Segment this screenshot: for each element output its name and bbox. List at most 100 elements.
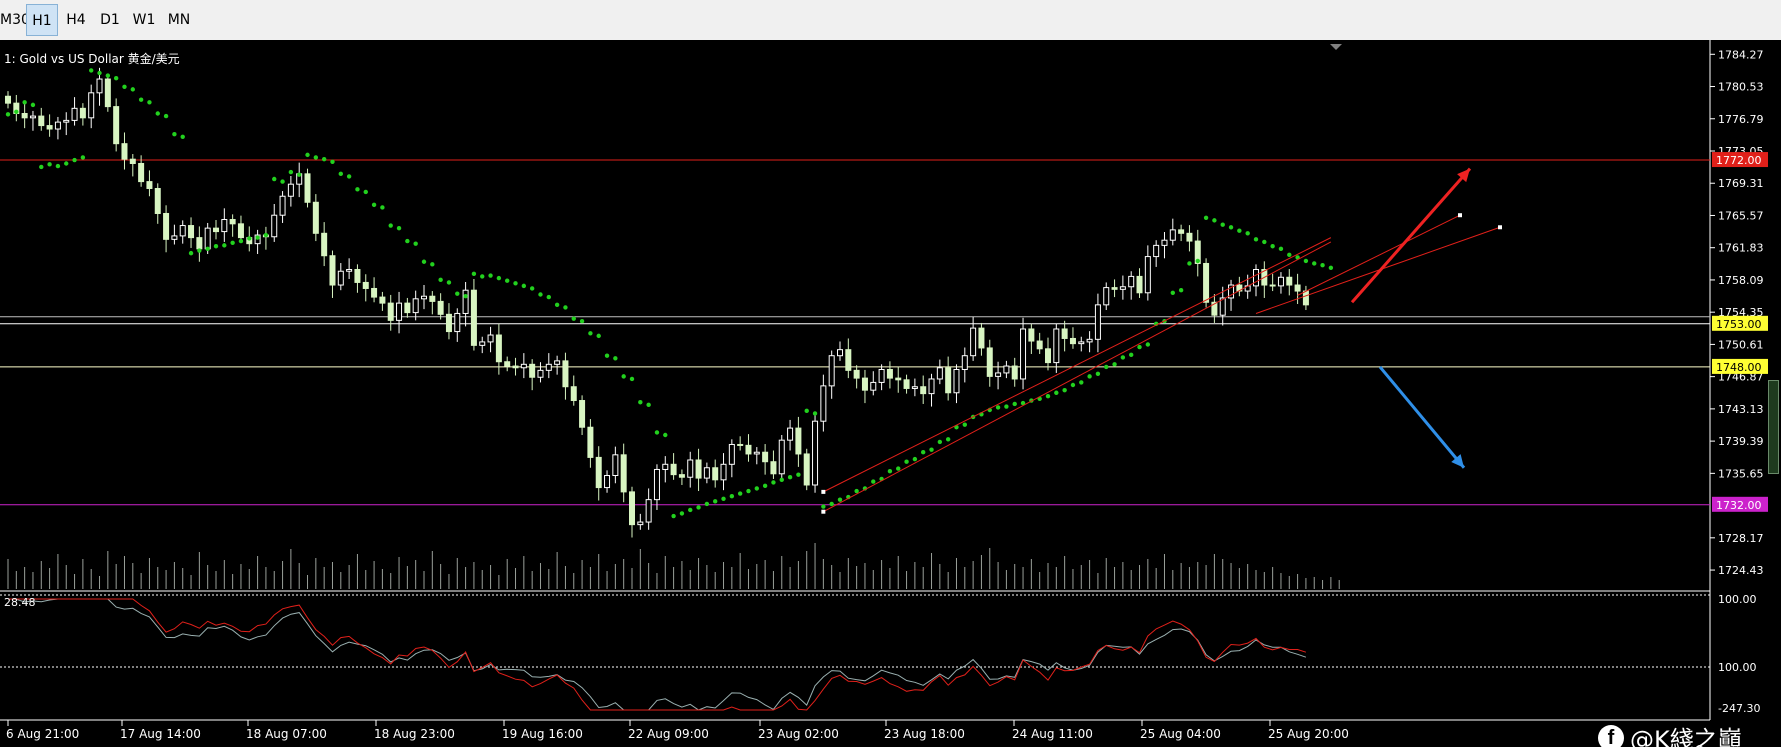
candle-body: [146, 181, 153, 189]
sar-dot: [571, 316, 576, 321]
sar-dot: [1012, 401, 1017, 407]
timeframe-h1-button[interactable]: H1: [26, 4, 58, 36]
sar-dot: [804, 408, 809, 414]
candle-body: [412, 298, 419, 314]
sar-dot: [1104, 364, 1109, 370]
sar-dot: [887, 468, 893, 474]
price-axis-label: 1728.17: [1718, 532, 1764, 545]
price-axis-label: 1784.27: [1718, 48, 1764, 61]
candle-body: [787, 427, 794, 441]
candle-body: [1111, 287, 1118, 290]
sar-dot: [1095, 371, 1101, 376]
timeframe-h4-button[interactable]: H4: [60, 4, 92, 36]
sar-dot: [945, 437, 951, 442]
sar-dot: [871, 479, 876, 484]
sar-dot: [1320, 263, 1325, 268]
candle-body: [321, 232, 328, 257]
sar-dot: [713, 499, 718, 504]
price-axis-label: 1776.79: [1718, 113, 1764, 126]
price-chart[interactable]: 1784.271780.531776.791773.051769.311765.…: [0, 40, 1781, 747]
sar-dot: [455, 291, 460, 296]
time-axis-label: 6 Aug 21:00: [6, 727, 79, 741]
candle-body: [1003, 365, 1010, 374]
sar-dot: [130, 87, 135, 92]
vertical-scrollbar[interactable]: [1768, 380, 1779, 474]
trend-anchor: [1458, 213, 1462, 218]
sar-dot: [1228, 225, 1234, 230]
osc-axis-top: 100.00: [1718, 593, 1757, 606]
sar-dot: [1070, 382, 1076, 388]
sar-dot: [538, 292, 543, 297]
sar-dot: [380, 205, 385, 210]
candle-body: [329, 255, 336, 286]
time-axis-label: 24 Aug 11:00: [1012, 727, 1093, 741]
osc-red-line: [8, 598, 1307, 711]
candle-body: [861, 377, 868, 391]
sar-dot: [396, 225, 402, 231]
sar-dot: [446, 280, 452, 285]
sar-dot: [529, 286, 535, 291]
candle-body: [396, 302, 403, 321]
sar-dot: [929, 447, 934, 452]
sar-dot: [388, 223, 393, 228]
price-axis-label: 1769.31: [1718, 177, 1764, 190]
sar-dot: [505, 278, 510, 283]
sar-dot: [297, 172, 302, 177]
sar-dot: [1129, 352, 1134, 358]
candle-body: [928, 378, 935, 395]
candle-body: [945, 367, 952, 394]
timeframe-mn-button[interactable]: MN: [162, 4, 196, 36]
candle-body: [1119, 286, 1126, 290]
candle-body: [1286, 276, 1293, 286]
sar-dot: [604, 353, 610, 358]
sar-dot: [912, 456, 918, 462]
candle-body: [678, 474, 685, 478]
trend-line: [1297, 214, 1461, 296]
candle-body: [104, 78, 111, 108]
sar-dot: [629, 376, 635, 382]
sar-dot: [1062, 387, 1067, 393]
candle-body: [1045, 348, 1051, 364]
sar-dot: [346, 174, 352, 179]
timeframe-w1-button[interactable]: W1: [128, 4, 160, 36]
timeframe-d1-button[interactable]: D1: [94, 4, 126, 36]
price-axis-label: 1739.39: [1718, 435, 1764, 448]
candle-body: [762, 451, 769, 463]
sar-dot: [255, 235, 260, 240]
price-axis-label: 1750.61: [1718, 338, 1764, 351]
candle-body: [1169, 229, 1176, 241]
candle-body: [71, 107, 78, 121]
sar-dot: [679, 511, 685, 516]
sar-dot: [1178, 287, 1184, 293]
sar-dot: [854, 488, 859, 494]
candle-body: [429, 295, 436, 302]
sar-dot: [1187, 261, 1192, 266]
candle-body: [1028, 328, 1035, 342]
price-axis-label: 1735.65: [1718, 467, 1764, 480]
sar-dot: [937, 439, 943, 445]
sar-dot: [463, 294, 468, 299]
candle-body: [1186, 232, 1193, 242]
candle-body: [196, 237, 203, 250]
sar-dot: [80, 155, 86, 160]
timeframe-toolbar: M30 H1 H4 D1 W1 MN: [0, 0, 1781, 41]
candle-body: [54, 121, 61, 130]
candle-body: [986, 347, 993, 377]
sar-dot: [521, 283, 527, 289]
sar-dot: [430, 262, 435, 267]
candle-body: [1144, 256, 1151, 294]
sar-dot: [313, 155, 319, 160]
chart-window[interactable]: 1784.27 1780.53 1776.79 1773.05 1769.31 1765.…: [0, 40, 1781, 754]
sar-dot: [288, 169, 294, 175]
candle-body: [753, 451, 760, 455]
sar-dot: [55, 163, 61, 169]
candle-body: [920, 386, 927, 395]
sar-dot: [554, 302, 560, 308]
sar-dot: [696, 505, 701, 510]
candle-body: [629, 491, 635, 526]
sar-dot: [1120, 355, 1126, 360]
timeframe-m30-button[interactable]: M30: [0, 4, 30, 36]
sar-dot: [729, 493, 735, 499]
candle-body: [1094, 304, 1101, 340]
sar-dot: [829, 501, 834, 507]
